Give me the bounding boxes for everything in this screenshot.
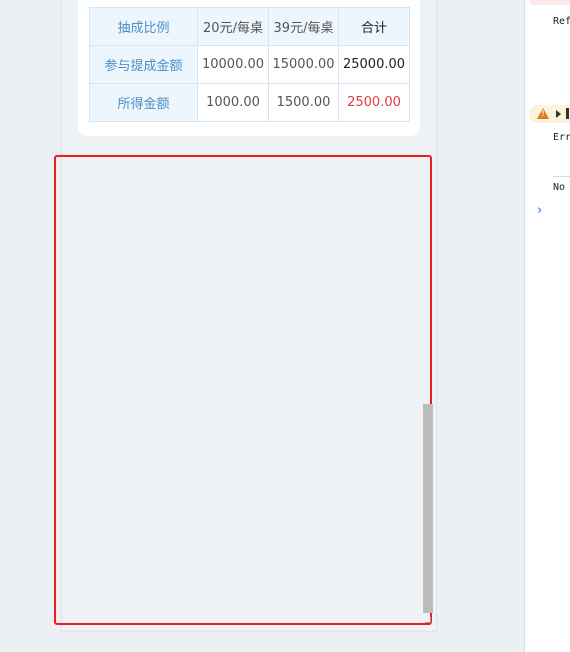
- scrollbar-thumb[interactable]: [423, 404, 433, 613]
- table-header-row: 抽成比例 20元/每桌 39元/每桌 合计: [89, 7, 410, 46]
- header-cell: 抽成比例: [89, 7, 198, 46]
- console-divider: [553, 176, 570, 177]
- table-cell: 1000.00: [197, 83, 269, 122]
- expand-triangle-icon[interactable]: [556, 110, 561, 118]
- truncated-text-glyph: [566, 108, 569, 119]
- table-cell: 15000.00: [268, 45, 339, 84]
- resize-corner: [425, 617, 431, 623]
- table-cell: 1500.00: [268, 83, 339, 122]
- table-row: 参与提成金额 10000.00 15000.00 25000.00: [89, 45, 410, 84]
- header-cell: 20元/每桌: [197, 7, 269, 46]
- total-cell: 2500.00: [338, 83, 410, 122]
- devtools-console-panel: Ref ! Err No ›: [524, 0, 570, 652]
- warning-row[interactable]: [529, 105, 570, 123]
- console-line: Err: [553, 132, 570, 143]
- console-line: Ref: [553, 16, 570, 27]
- commission-table: 抽成比例 20元/每桌 39元/每桌 合计 参与提成金额 10000.00 15…: [89, 7, 410, 122]
- red-highlight-box: [54, 155, 432, 625]
- table-row: 所得金额 1000.00 1500.00 2500.00: [89, 83, 410, 122]
- header-cell: 合计: [338, 7, 410, 46]
- row-label: 所得金额: [89, 83, 198, 122]
- warning-icon-mark: !: [541, 109, 545, 118]
- table-cell: 10000.00: [197, 45, 269, 84]
- total-cell: 25000.00: [338, 45, 410, 84]
- row-label: 参与提成金额: [89, 45, 198, 84]
- header-cell: 39元/每桌: [268, 7, 339, 46]
- console-line: No: [553, 182, 566, 193]
- error-row-strip: [529, 0, 570, 5]
- console-prompt-chevron-icon[interactable]: ›: [537, 203, 542, 218]
